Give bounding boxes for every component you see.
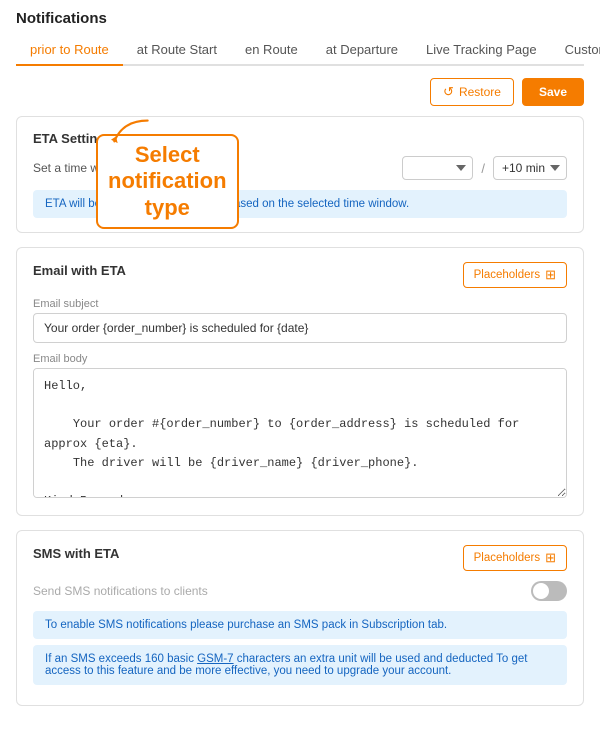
- annotation-container: ETA Settings Set a time window for ETA -…: [16, 116, 584, 233]
- restore-icon: ↺: [443, 84, 454, 100]
- tab-prior-to-route[interactable]: prior to Route: [16, 35, 123, 66]
- sms-info-banner-2: If an SMS exceeds 160 basic GSM-7 charac…: [33, 645, 567, 685]
- placeholder-icon: ⊞: [545, 267, 556, 283]
- email-eta-header: Email with ETA Placeholders ⊞: [33, 262, 567, 288]
- tab-custom[interactable]: Custom: [551, 35, 600, 66]
- email-eta-title: Email with ETA: [33, 263, 126, 278]
- email-placeholders-button[interactable]: Placeholders ⊞: [463, 262, 567, 288]
- tab-at-route-start[interactable]: at Route Start: [123, 35, 231, 66]
- sms-eta-header: SMS with ETA Placeholders ⊞: [33, 545, 567, 571]
- eta-row: Set a time window for ETA -30 min -20 mi…: [33, 156, 567, 180]
- sms-toggle-label: Send SMS notifications to clients: [33, 584, 208, 598]
- sms-eta-title: SMS with ETA: [33, 546, 119, 561]
- save-button[interactable]: Save: [522, 78, 584, 106]
- email-body-textarea[interactable]: Hello, Your order #{order_number} to {or…: [33, 368, 567, 498]
- divider-slash: /: [481, 161, 485, 176]
- tab-en-route[interactable]: en Route: [231, 35, 312, 66]
- sms-placeholder-label: Placeholders: [474, 552, 540, 564]
- eta-settings-card: ETA Settings Set a time window for ETA -…: [16, 116, 584, 233]
- tab-at-departure[interactable]: at Departure: [312, 35, 412, 66]
- email-subject-label: Email subject: [33, 298, 567, 310]
- eta-label: Set a time window for ETA: [33, 161, 394, 175]
- tab-live-tracking-page[interactable]: Live Tracking Page: [412, 35, 551, 66]
- sms-eta-card: SMS with ETA Placeholders ⊞ Send SMS not…: [16, 530, 584, 706]
- placeholder-label: Placeholders: [474, 269, 540, 281]
- sms-toggle[interactable]: [531, 581, 567, 601]
- eta-info-banner: ETA will be displayed as an interval bas…: [33, 190, 567, 218]
- email-body-label: Email body: [33, 353, 567, 365]
- eta-select-1[interactable]: -30 min -20 min -10 min: [402, 156, 473, 180]
- eta-select-2[interactable]: +10 min +20 min +30 min: [493, 156, 567, 180]
- content-area: ↺ Restore Save ETA Settings Set a time w…: [0, 66, 600, 732]
- eta-settings-title: ETA Settings: [33, 131, 567, 146]
- email-subject-input[interactable]: [33, 313, 567, 343]
- page-title: Notifications: [16, 10, 584, 27]
- toolbar: ↺ Restore Save: [16, 78, 584, 106]
- sms-toggle-row: Send SMS notifications to clients: [33, 581, 567, 601]
- tabs-bar: prior to Route at Route Start en Route a…: [16, 35, 584, 66]
- sms-info-banner-1: To enable SMS notifications please purch…: [33, 611, 567, 639]
- sms-placeholders-button[interactable]: Placeholders ⊞: [463, 545, 567, 571]
- restore-button[interactable]: ↺ Restore: [430, 78, 514, 106]
- gsm7-link[interactable]: GSM-7: [197, 653, 233, 665]
- sms-placeholder-icon: ⊞: [545, 550, 556, 566]
- page-header: Notifications prior to Route at Route St…: [0, 0, 600, 66]
- email-eta-card: Email with ETA Placeholders ⊞ Email subj…: [16, 247, 584, 516]
